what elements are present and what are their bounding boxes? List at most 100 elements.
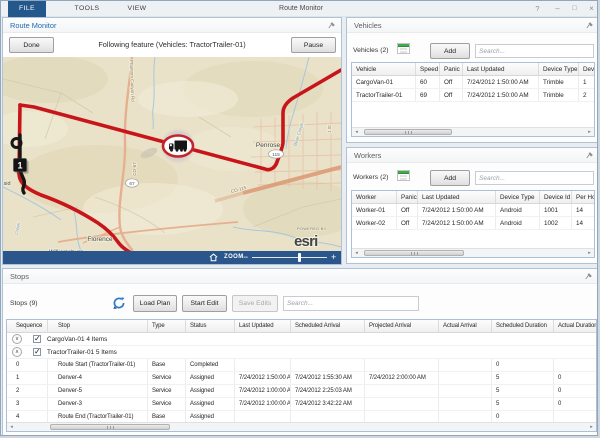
stops-panel-header: Stops <box>3 269 598 284</box>
expander-button[interactable]: ∨ <box>12 334 22 344</box>
stop-marker-1[interactable]: 1 <box>14 159 29 174</box>
table-row[interactable]: Worker-01Off7/24/2012 1:50:00 AMAndroid1… <box>352 204 594 217</box>
column-header-actual-arrival[interactable]: Actual Arrival <box>439 320 492 332</box>
zoom-out-button[interactable]: − <box>243 251 248 263</box>
workers-horizontal-scrollbar: ◂ ▸ <box>352 248 594 257</box>
table-row[interactable]: TractorTrailer-0169Off7/24/2012 1:50:00 … <box>352 89 594 102</box>
column-header-panic[interactable]: Panic <box>440 63 463 75</box>
scrollbar-thumb[interactable] <box>364 250 464 256</box>
scrollbar-thumb[interactable] <box>50 424 170 430</box>
column-header-device-type[interactable]: Device Type <box>539 63 579 75</box>
table-cell: 0 <box>554 372 597 384</box>
group-row[interactable]: ∨ CargoVan-01 4 Items <box>7 333 596 346</box>
workers-panel-header: Workers <box>347 148 598 163</box>
menu-tools[interactable]: TOOLS <box>65 1 109 17</box>
column-header-last-updated[interactable]: Last Updated <box>418 191 496 203</box>
refresh-stops-icon[interactable] <box>112 296 126 310</box>
scroll-right-button[interactable]: ▸ <box>587 423 596 431</box>
scrollbar-thumb[interactable] <box>364 129 452 135</box>
column-header-projected-arrival[interactable]: Projected Arrival <box>365 320 439 332</box>
pause-button[interactable]: Pause <box>291 37 336 53</box>
stops-search-input[interactable] <box>283 296 419 311</box>
column-header-per-hour[interactable]: Per Hour <box>572 191 595 203</box>
stops-table: SequenceStopTypeStatusLast UpdatedSchedu… <box>6 319 597 432</box>
maximize-button[interactable]: □ <box>568 1 581 17</box>
stop-marker-label: 1 <box>17 161 22 171</box>
done-button[interactable]: Done <box>9 37 54 53</box>
auto-hide-pin-icon[interactable] <box>585 21 594 30</box>
zoom-slider-handle[interactable] <box>298 253 301 262</box>
column-header-actual-duration[interactable]: Actual Duration <box>554 320 597 332</box>
help-button[interactable]: ? <box>531 1 544 17</box>
table-row[interactable]: 0Route Start (TractorTrailer-01)BaseComp… <box>7 359 596 372</box>
column-header-sequence[interactable]: Sequence <box>7 320 48 332</box>
close-button[interactable]: × <box>585 1 598 17</box>
map-view[interactable]: 1 67 115 <box>3 57 341 251</box>
scroll-right-button[interactable]: ▸ <box>585 249 594 257</box>
table-cell: Off <box>440 76 463 88</box>
table-row[interactable]: 2Denver-5ServiceAssigned7/24/2012 1:00:0… <box>7 385 596 398</box>
following-status-text: Following feature (Vehicles: TractorTrai… <box>58 33 286 57</box>
zoom-slider-track[interactable] <box>252 257 327 258</box>
table-cell: 7/24/2012 1:50:00 AM <box>463 89 539 101</box>
column-header-device-id[interactable]: Device Id <box>579 63 595 75</box>
stops-header-row: SequenceStopTypeStatusLast UpdatedSchedu… <box>7 320 596 333</box>
powered-by-label: POWERED BY <box>297 227 327 231</box>
column-header-type[interactable]: Type <box>148 320 186 332</box>
column-header-last-updated[interactable]: Last Updated <box>235 320 291 332</box>
menu-view[interactable]: VIEW <box>119 1 155 17</box>
expander-button[interactable]: ∧ <box>12 347 22 357</box>
column-header-device-id[interactable]: Device Id <box>540 191 572 203</box>
workers-panel-title: Workers <box>354 148 381 163</box>
home-extent-icon[interactable] <box>209 253 218 262</box>
minimize-button[interactable]: – <box>551 1 564 17</box>
table-cell: Completed <box>186 359 235 371</box>
auto-hide-pin-icon[interactable] <box>584 272 593 281</box>
add-worker-button[interactable]: Add <box>430 170 470 186</box>
table-row[interactable]: CargoVan-0160Off7/24/2012 1:50:00 AMTrim… <box>352 76 594 89</box>
group-checkbox[interactable] <box>33 348 41 356</box>
group-checkbox[interactable] <box>33 335 41 343</box>
load-plan-button[interactable]: Load Plan <box>133 295 177 312</box>
column-header-scheduled-duration[interactable]: Scheduled Duration <box>492 320 554 332</box>
table-cell: 7/24/2012 3:42:22 AM <box>291 398 365 410</box>
workers-count-label: Workers (2) <box>353 172 388 184</box>
scroll-left-button[interactable]: ◂ <box>7 423 16 431</box>
column-header-scheduled-arrival[interactable]: Scheduled Arrival <box>291 320 365 332</box>
vehicles-horizontal-scrollbar: ◂ ▸ <box>352 127 594 136</box>
scroll-left-button[interactable]: ◂ <box>352 249 361 257</box>
add-vehicle-button[interactable]: Add <box>430 43 470 59</box>
group-row[interactable]: ∧TractorTrailer-01 5 Items <box>7 346 596 359</box>
zoom-in-button[interactable]: + <box>331 251 336 264</box>
stops-count-label: Stops (9) <box>10 298 38 310</box>
table-row[interactable]: 1Denver-4ServiceAssigned7/24/2012 1:50:0… <box>7 372 596 385</box>
table-cell: Off <box>440 89 463 101</box>
auto-hide-pin-icon[interactable] <box>327 21 336 30</box>
tracked-vehicle-symbol[interactable] <box>160 128 196 164</box>
save-edits-button[interactable]: Save Edits <box>232 295 278 312</box>
table-cell: 1 <box>7 372 48 384</box>
vehicles-search-input[interactable] <box>475 44 594 58</box>
start-edit-button[interactable]: Start Edit <box>182 295 227 312</box>
auto-hide-pin-icon[interactable] <box>585 151 594 160</box>
scroll-left-button[interactable]: ◂ <box>352 128 361 136</box>
column-header-last-updated[interactable]: Last Updated <box>463 63 539 75</box>
zoom-label: ZOOM <box>224 251 244 264</box>
table-cell: Assigned <box>186 398 235 410</box>
column-header-stop[interactable]: Stop <box>48 320 148 332</box>
table-row[interactable]: Worker-02Off7/24/2012 1:50:00 AMAndroid1… <box>352 217 594 230</box>
column-header-device-type[interactable]: Device Type <box>496 191 540 203</box>
column-header-panic[interactable]: Panic <box>397 191 418 203</box>
table-cell: Base <box>148 359 186 371</box>
column-header-vehicle[interactable]: Vehicle <box>352 63 416 75</box>
stops-horizontal-scrollbar: ◂ ▸ <box>7 422 596 431</box>
workers-search-input[interactable] <box>475 171 594 185</box>
scroll-right-button[interactable]: ▸ <box>585 128 594 136</box>
group-label: CargoVan-01 4 Items <box>47 336 107 343</box>
table-row[interactable]: 3Denver-3ServiceAssigned7/24/2012 1:00:0… <box>7 398 596 411</box>
column-header-worker[interactable]: Worker <box>352 191 397 203</box>
column-header-status[interactable]: Status <box>186 320 235 332</box>
menu-file[interactable]: FILE <box>8 1 46 17</box>
column-header-speed[interactable]: Speed <box>416 63 440 75</box>
shield-115-label: 115 <box>272 152 280 158</box>
